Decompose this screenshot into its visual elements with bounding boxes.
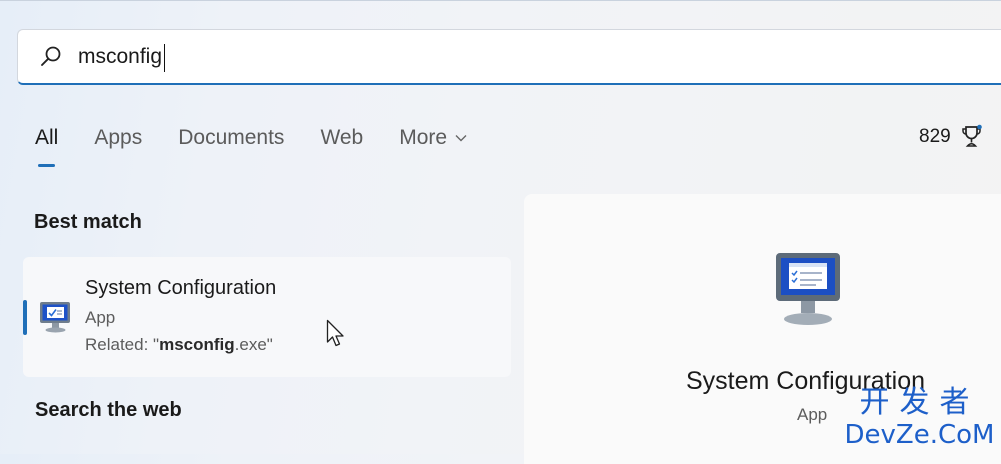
search-bar[interactable] (17, 29, 1001, 85)
tab-all-label: All (35, 126, 59, 149)
active-tab-indicator (38, 164, 55, 167)
tab-web-label: Web (320, 126, 364, 149)
watermark-line-1: 开发者 (859, 385, 980, 420)
tab-documents[interactable]: Documents (178, 126, 284, 150)
system-configuration-icon (40, 302, 70, 333)
result-related: Related: "msconfig.exe" (85, 335, 273, 355)
rewards-points[interactable]: 829 (919, 124, 984, 150)
search-input[interactable] (78, 42, 678, 72)
tab-apps-label: Apps (94, 126, 143, 149)
preview-type: App (797, 405, 828, 424)
mouse-pointer-icon (326, 319, 344, 347)
result-title: System Configuration (85, 277, 277, 299)
tab-all[interactable]: All (35, 126, 59, 167)
search-icon (41, 46, 61, 66)
tab-documents-label: Documents (178, 126, 285, 149)
system-configuration-icon (776, 253, 840, 325)
tab-apps[interactable]: Apps (94, 126, 142, 150)
selection-indicator (23, 300, 27, 335)
text-caret (164, 44, 165, 72)
best-match-result[interactable]: System Configuration App Related: "mscon… (23, 257, 511, 377)
site-watermark: 开发者 DevZe.CoM (842, 385, 997, 451)
window-top-edge (0, 0, 1001, 1)
best-match-heading: Best match (34, 211, 142, 233)
result-type: App (85, 308, 116, 327)
related-prefix: Related: " (85, 335, 160, 354)
search-filter-tabs: All Apps Documents Web More (35, 126, 503, 167)
rewards-points-value: 829 (919, 126, 951, 147)
tab-more-label: More (399, 126, 448, 149)
chevron-down-icon (455, 135, 467, 142)
search-the-web-heading: Search the web (35, 399, 182, 421)
trophy-icon (961, 124, 982, 147)
tab-web[interactable]: Web (320, 126, 363, 150)
related-suffix: .exe" (234, 335, 273, 354)
watermark-line-2: DevZe.CoM (844, 420, 995, 450)
tab-more[interactable]: More (399, 126, 467, 150)
related-match: msconfig (159, 335, 235, 354)
